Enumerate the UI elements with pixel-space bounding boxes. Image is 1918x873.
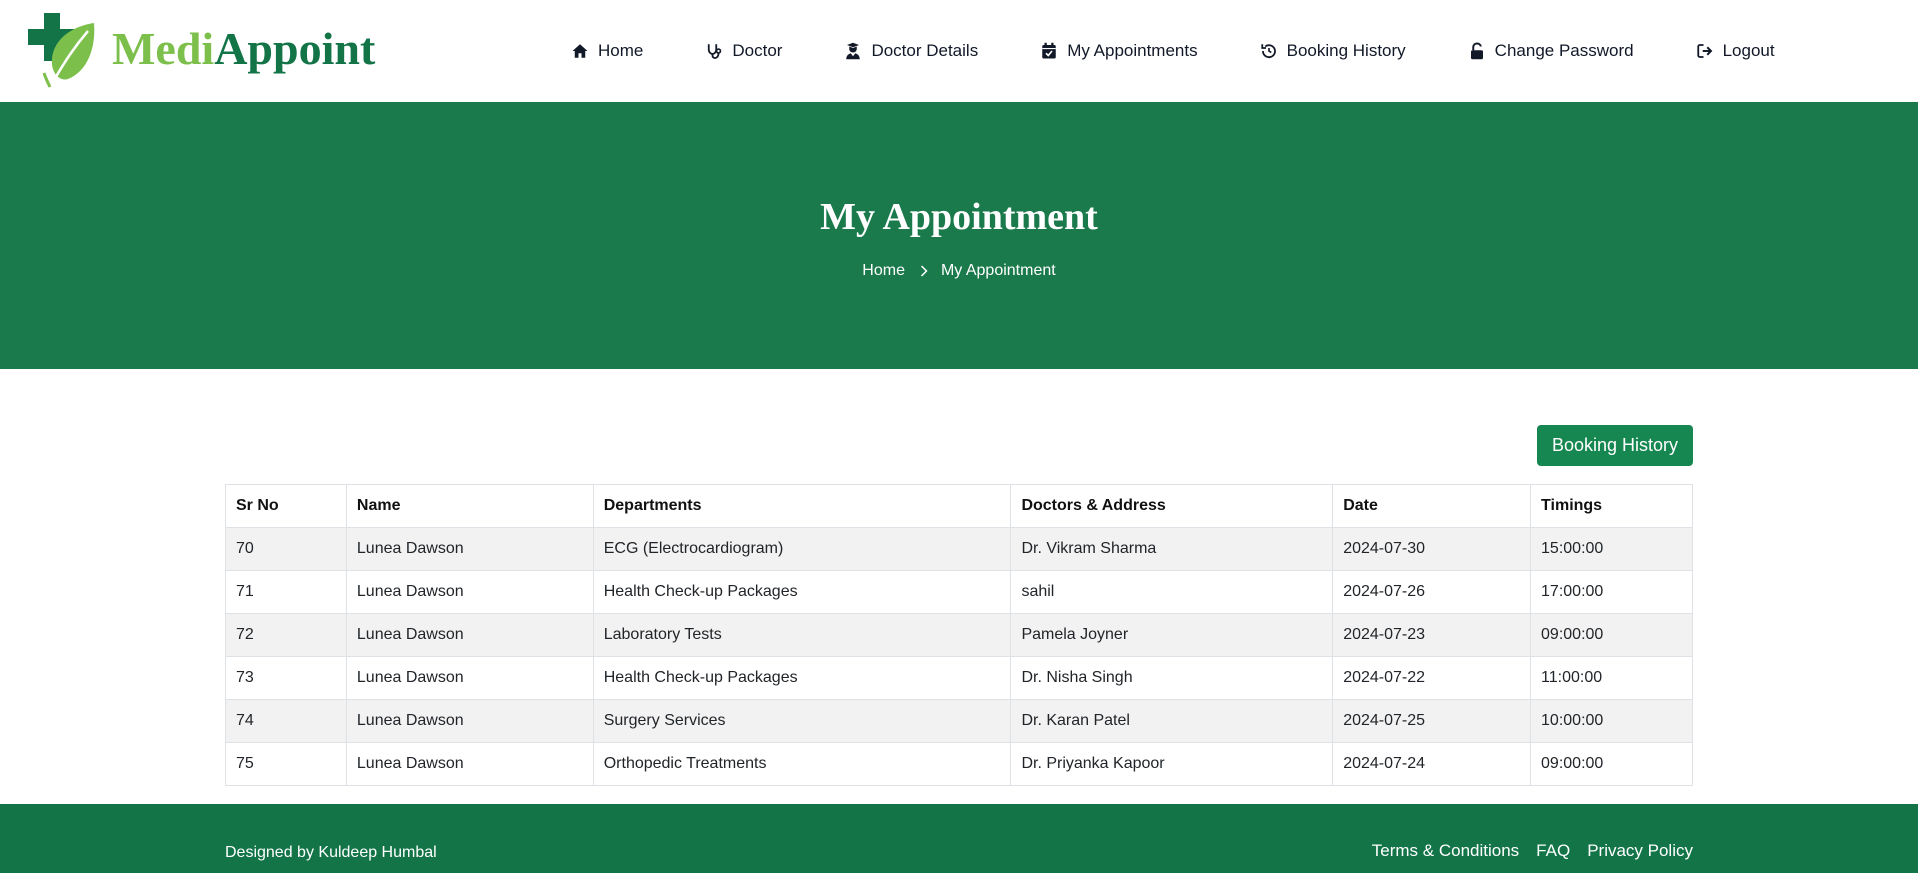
- brand-name-part2: Appoint: [214, 23, 376, 74]
- cell-name: Lunea Dawson: [345, 527, 594, 571]
- chevron-right-icon: [920, 265, 928, 277]
- nav-item-doctor[interactable]: Doctor: [705, 41, 782, 61]
- cell-doctor: Dr. Priyanka Kapoor: [1010, 742, 1334, 786]
- page-hero: My Appointment Home My Appointment: [0, 102, 1918, 369]
- cell-department: Health Check-up Packages: [592, 656, 1012, 700]
- cell-sr-no: 70: [225, 527, 347, 571]
- cell-date: 2024-07-22: [1332, 656, 1532, 700]
- main-nav: Home Doctor Doctor Details My Appointmen…: [571, 0, 1775, 102]
- cell-timing: 11:00:00: [1530, 656, 1693, 700]
- cell-department: Surgery Services: [592, 699, 1012, 743]
- cell-department: Laboratory Tests: [592, 613, 1012, 657]
- table-header-row: Sr No Name Departments Doctors & Address…: [225, 484, 1693, 528]
- nav-item-doctor-details[interactable]: Doctor Details: [844, 41, 978, 61]
- table-row: 71 Lunea Dawson Health Check-up Packages…: [225, 570, 1693, 614]
- column-header-doctors-address: Doctors & Address: [1010, 484, 1334, 528]
- unlock-icon: [1470, 42, 1483, 60]
- cell-date: 2024-07-25: [1332, 699, 1532, 743]
- nav-item-label: Change Password: [1494, 41, 1634, 60]
- brand-logo[interactable]: MediAppoint: [28, 12, 375, 90]
- table-row: 74 Lunea Dawson Surgery Services Dr. Kar…: [225, 699, 1693, 743]
- column-header-timings: Timings: [1530, 484, 1693, 528]
- cell-timing: 17:00:00: [1530, 570, 1693, 614]
- cell-sr-no: 72: [225, 613, 347, 657]
- cell-name: Lunea Dawson: [345, 613, 594, 657]
- table-row: 73 Lunea Dawson Health Check-up Packages…: [225, 656, 1693, 700]
- footer-links: Terms & Conditions FAQ Privacy Policy: [1355, 841, 1693, 861]
- site-footer: Designed by Kuldeep Humbal Terms & Condi…: [0, 804, 1918, 873]
- cell-sr-no: 73: [225, 656, 347, 700]
- cell-department: ECG (Electrocardiogram): [592, 527, 1012, 571]
- cell-date: 2024-07-24: [1332, 742, 1532, 786]
- nav-item-label: Logout: [1722, 41, 1775, 60]
- cell-doctor: Pamela Joyner: [1010, 613, 1334, 657]
- cell-name: Lunea Dawson: [345, 570, 594, 614]
- logout-icon: [1696, 44, 1712, 58]
- table-row: 75 Lunea Dawson Orthopedic Treatments Dr…: [225, 742, 1693, 786]
- cell-timing: 09:00:00: [1530, 742, 1693, 786]
- nav-item-label: My Appointments: [1067, 41, 1198, 60]
- booking-history-button[interactable]: Booking History: [1537, 425, 1693, 466]
- column-header-departments: Departments: [592, 484, 1012, 528]
- appointments-table: Sr No Name Departments Doctors & Address…: [225, 484, 1693, 786]
- home-icon: [572, 44, 588, 58]
- history-icon: [1260, 44, 1276, 59]
- footer-credit: Designed by Kuldeep Humbal: [225, 844, 437, 861]
- nav-item-label: Doctor Details: [871, 41, 979, 60]
- column-header-date: Date: [1332, 484, 1532, 528]
- cell-doctor: Dr. Vikram Sharma: [1010, 527, 1334, 571]
- nav-item-label: Booking History: [1286, 41, 1406, 60]
- page-title: My Appointment: [820, 196, 1098, 238]
- cell-name: Lunea Dawson: [345, 699, 594, 743]
- stethoscope-icon: [708, 44, 722, 59]
- brand-name: MediAppoint: [112, 26, 375, 72]
- cell-sr-no: 71: [225, 570, 347, 614]
- footer-link-privacy[interactable]: Privacy Policy: [1587, 841, 1693, 861]
- cell-date: 2024-07-30: [1332, 527, 1532, 571]
- cell-timing: 15:00:00: [1530, 527, 1693, 571]
- nav-item-logout[interactable]: Logout: [1696, 41, 1775, 61]
- cell-doctor: Dr. Karan Patel: [1010, 699, 1334, 743]
- nav-item-booking-history[interactable]: Booking History: [1260, 41, 1406, 61]
- cell-timing: 10:00:00: [1530, 699, 1693, 743]
- brand-name-part1: Medi: [112, 23, 215, 74]
- cell-name: Lunea Dawson: [345, 742, 594, 786]
- table-row: 70 Lunea Dawson ECG (Electrocardiogram) …: [225, 527, 1693, 571]
- cell-timing: 09:00:00: [1530, 613, 1693, 657]
- column-header-name: Name: [345, 484, 594, 528]
- calendar-check-icon: [1042, 42, 1056, 59]
- cell-sr-no: 74: [225, 699, 347, 743]
- cell-department: Orthopedic Treatments: [592, 742, 1012, 786]
- cell-department: Health Check-up Packages: [592, 570, 1012, 614]
- breadcrumb: Home My Appointment: [0, 262, 1918, 280]
- nav-item-label: Home: [598, 41, 644, 60]
- user-doctor-icon: [846, 42, 861, 60]
- medical-leaf-logo-icon: [28, 13, 95, 88]
- nav-item-my-appointments[interactable]: My Appointments: [1040, 41, 1198, 61]
- cell-date: 2024-07-26: [1332, 570, 1532, 614]
- breadcrumb-current: My Appointment: [940, 262, 1056, 279]
- cell-doctor: Dr. Nisha Singh: [1010, 656, 1334, 700]
- footer-link-terms[interactable]: Terms & Conditions: [1372, 841, 1519, 861]
- site-header: MediAppoint Home Doctor Doctor Details M…: [0, 0, 1918, 102]
- breadcrumb-home-link[interactable]: Home: [862, 262, 905, 280]
- nav-item-label: Doctor: [732, 41, 783, 60]
- table-row: 72 Lunea Dawson Laboratory Tests Pamela …: [225, 613, 1693, 657]
- cell-name: Lunea Dawson: [345, 656, 594, 700]
- column-header-sr-no: Sr No: [225, 484, 347, 528]
- footer-link-faq[interactable]: FAQ: [1536, 841, 1570, 861]
- nav-item-change-password[interactable]: Change Password: [1468, 41, 1634, 61]
- cell-sr-no: 75: [225, 742, 347, 786]
- nav-item-home[interactable]: Home: [571, 41, 643, 61]
- cell-date: 2024-07-23: [1332, 613, 1532, 657]
- cell-doctor: sahil: [1010, 570, 1334, 614]
